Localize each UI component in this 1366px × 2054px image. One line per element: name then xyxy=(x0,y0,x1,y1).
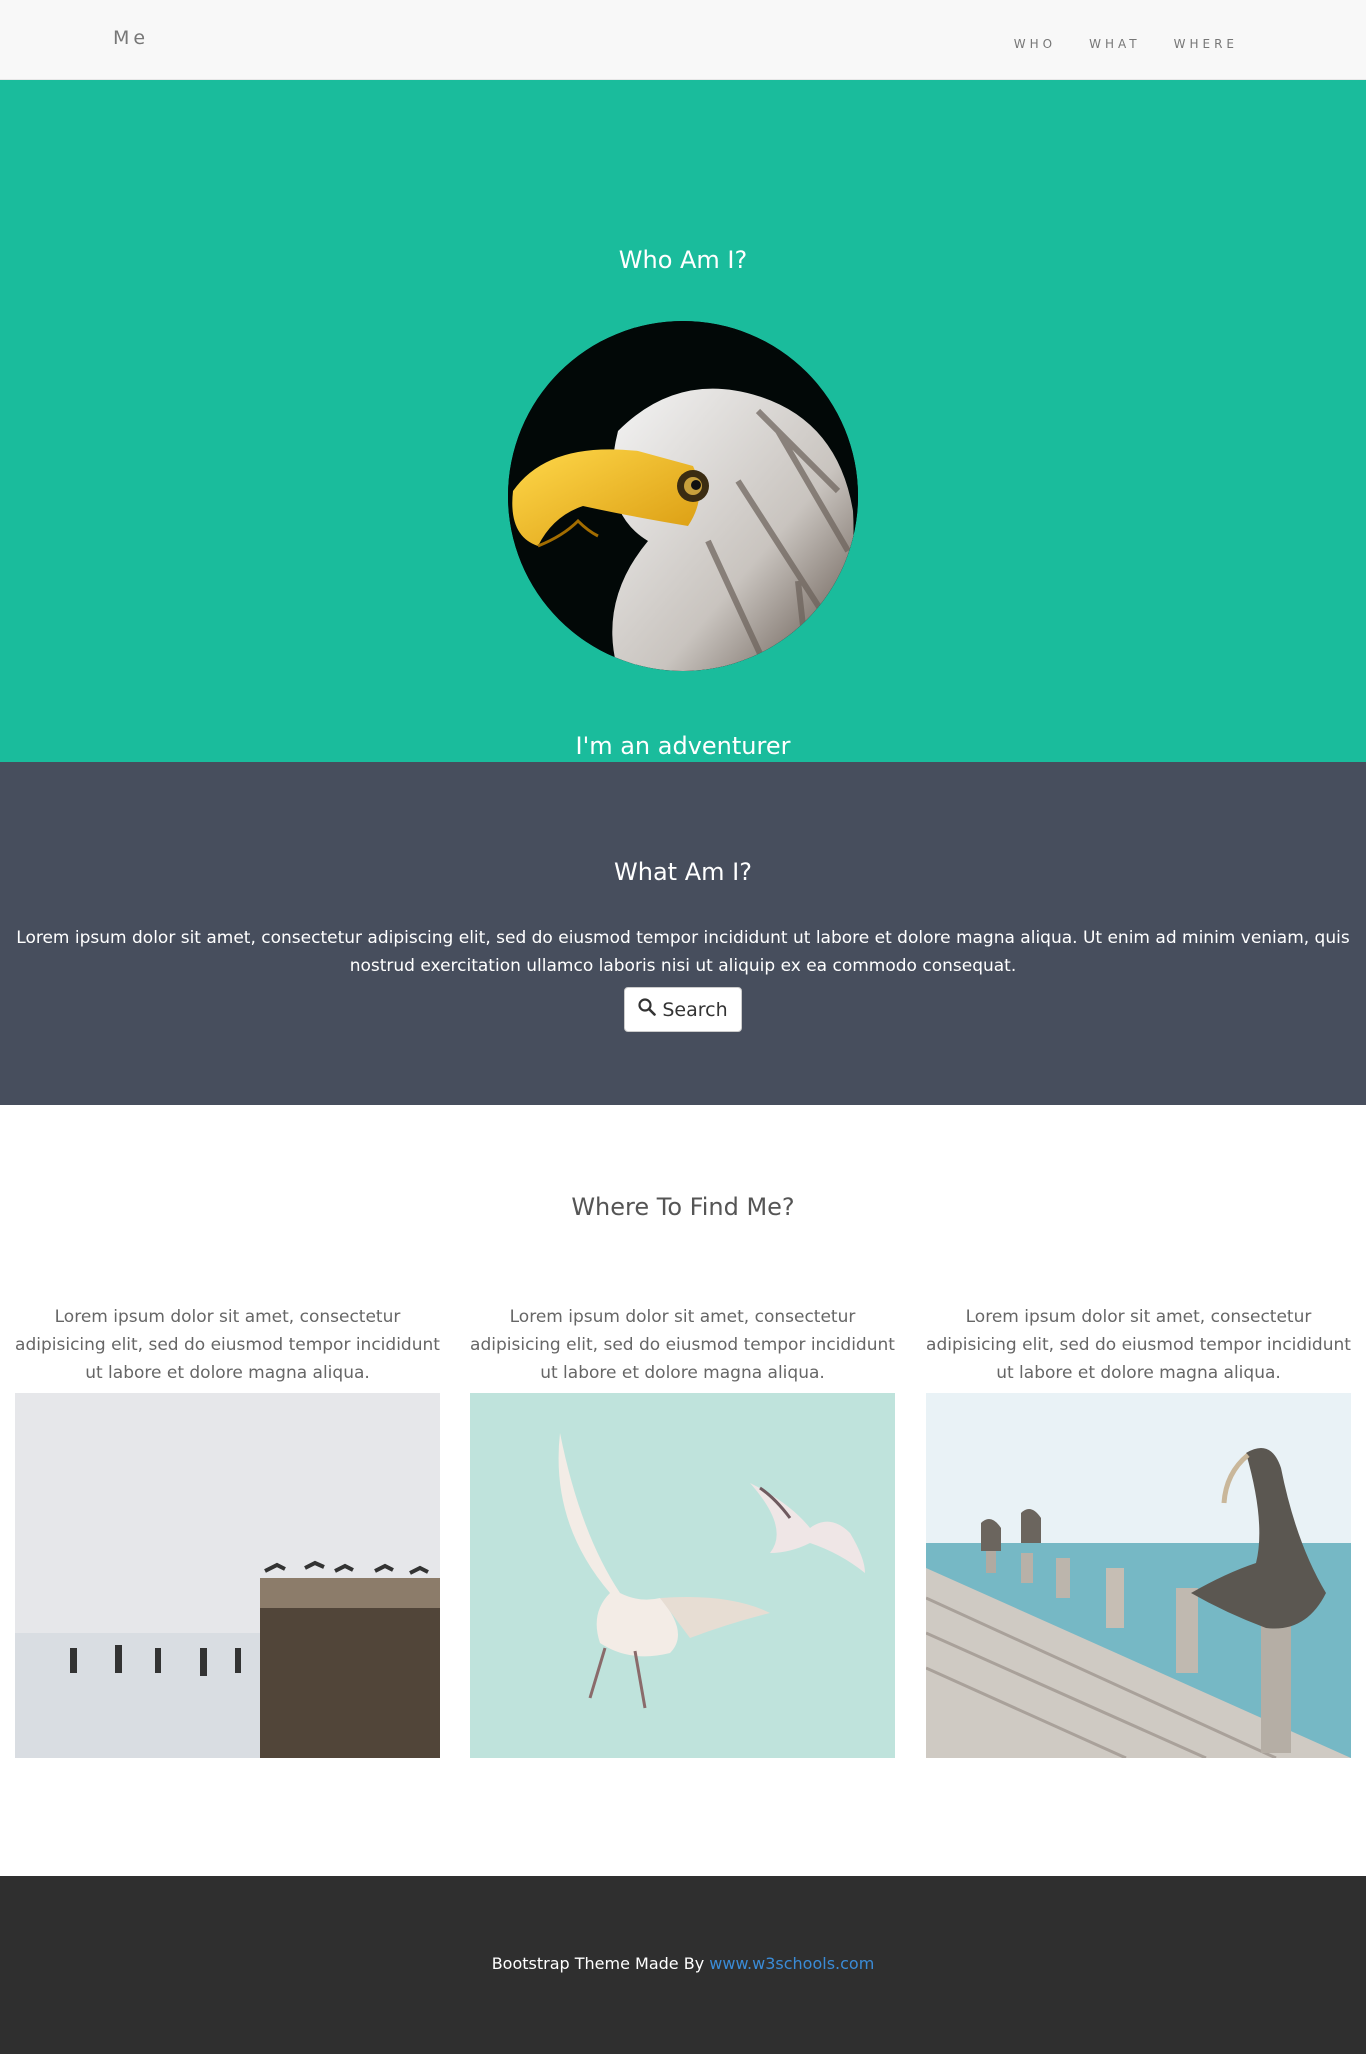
nav-link-who[interactable]: WHO xyxy=(1014,37,1056,51)
nav-link-where[interactable]: WHERE xyxy=(1174,37,1238,51)
search-button-label: Search xyxy=(662,998,728,1021)
brand-link[interactable]: Me xyxy=(113,27,149,49)
where-column-1: Lorem ipsum dolor sit amet, consectetur … xyxy=(15,1303,440,1758)
pier-birds-image xyxy=(15,1393,440,1758)
where-column-3: Lorem ipsum dolor sit amet, consectetur … xyxy=(926,1303,1351,1758)
nav-links: WHO WHAT WHERE xyxy=(1014,33,1238,52)
navbar: Me WHO WHAT WHERE xyxy=(0,0,1366,80)
nav-link-what[interactable]: WHAT xyxy=(1089,37,1141,51)
seagulls-image xyxy=(470,1393,895,1758)
where-column-text: Lorem ipsum dolor sit amet, consectetur … xyxy=(15,1307,440,1383)
footer-link[interactable]: www.w3schools.com xyxy=(709,1954,874,1973)
search-button[interactable]: Search xyxy=(624,987,742,1032)
who-title: Who Am I? xyxy=(618,246,748,274)
search-icon xyxy=(638,998,657,1021)
footer-credit-text: Bootstrap Theme Made By xyxy=(491,1954,710,1973)
where-column-text: Lorem ipsum dolor sit amet, consectetur … xyxy=(470,1307,895,1383)
what-section: What Am I? Lorem ipsum dolor sit amet, c… xyxy=(0,762,1366,1105)
where-column-text: Lorem ipsum dolor sit amet, consectetur … xyxy=(926,1307,1351,1383)
footer-credit: Bootstrap Theme Made By www.w3schools.co… xyxy=(0,1954,1366,1973)
who-tagline: I'm an adventurer xyxy=(575,732,791,760)
who-section: Who Am I? I'm an adventurer xyxy=(0,80,1366,762)
eagle-image xyxy=(508,321,858,671)
where-title: Where To Find Me? xyxy=(571,1193,795,1221)
pelicans-image xyxy=(926,1393,1351,1758)
what-text: Lorem ipsum dolor sit amet, consectetur … xyxy=(16,928,1350,976)
where-column-2: Lorem ipsum dolor sit amet, consectetur … xyxy=(470,1303,895,1758)
where-section: Where To Find Me? Lorem ipsum dolor sit … xyxy=(0,1105,1366,1876)
footer: Bootstrap Theme Made By www.w3schools.co… xyxy=(0,1876,1366,2054)
what-title: What Am I? xyxy=(614,858,752,886)
